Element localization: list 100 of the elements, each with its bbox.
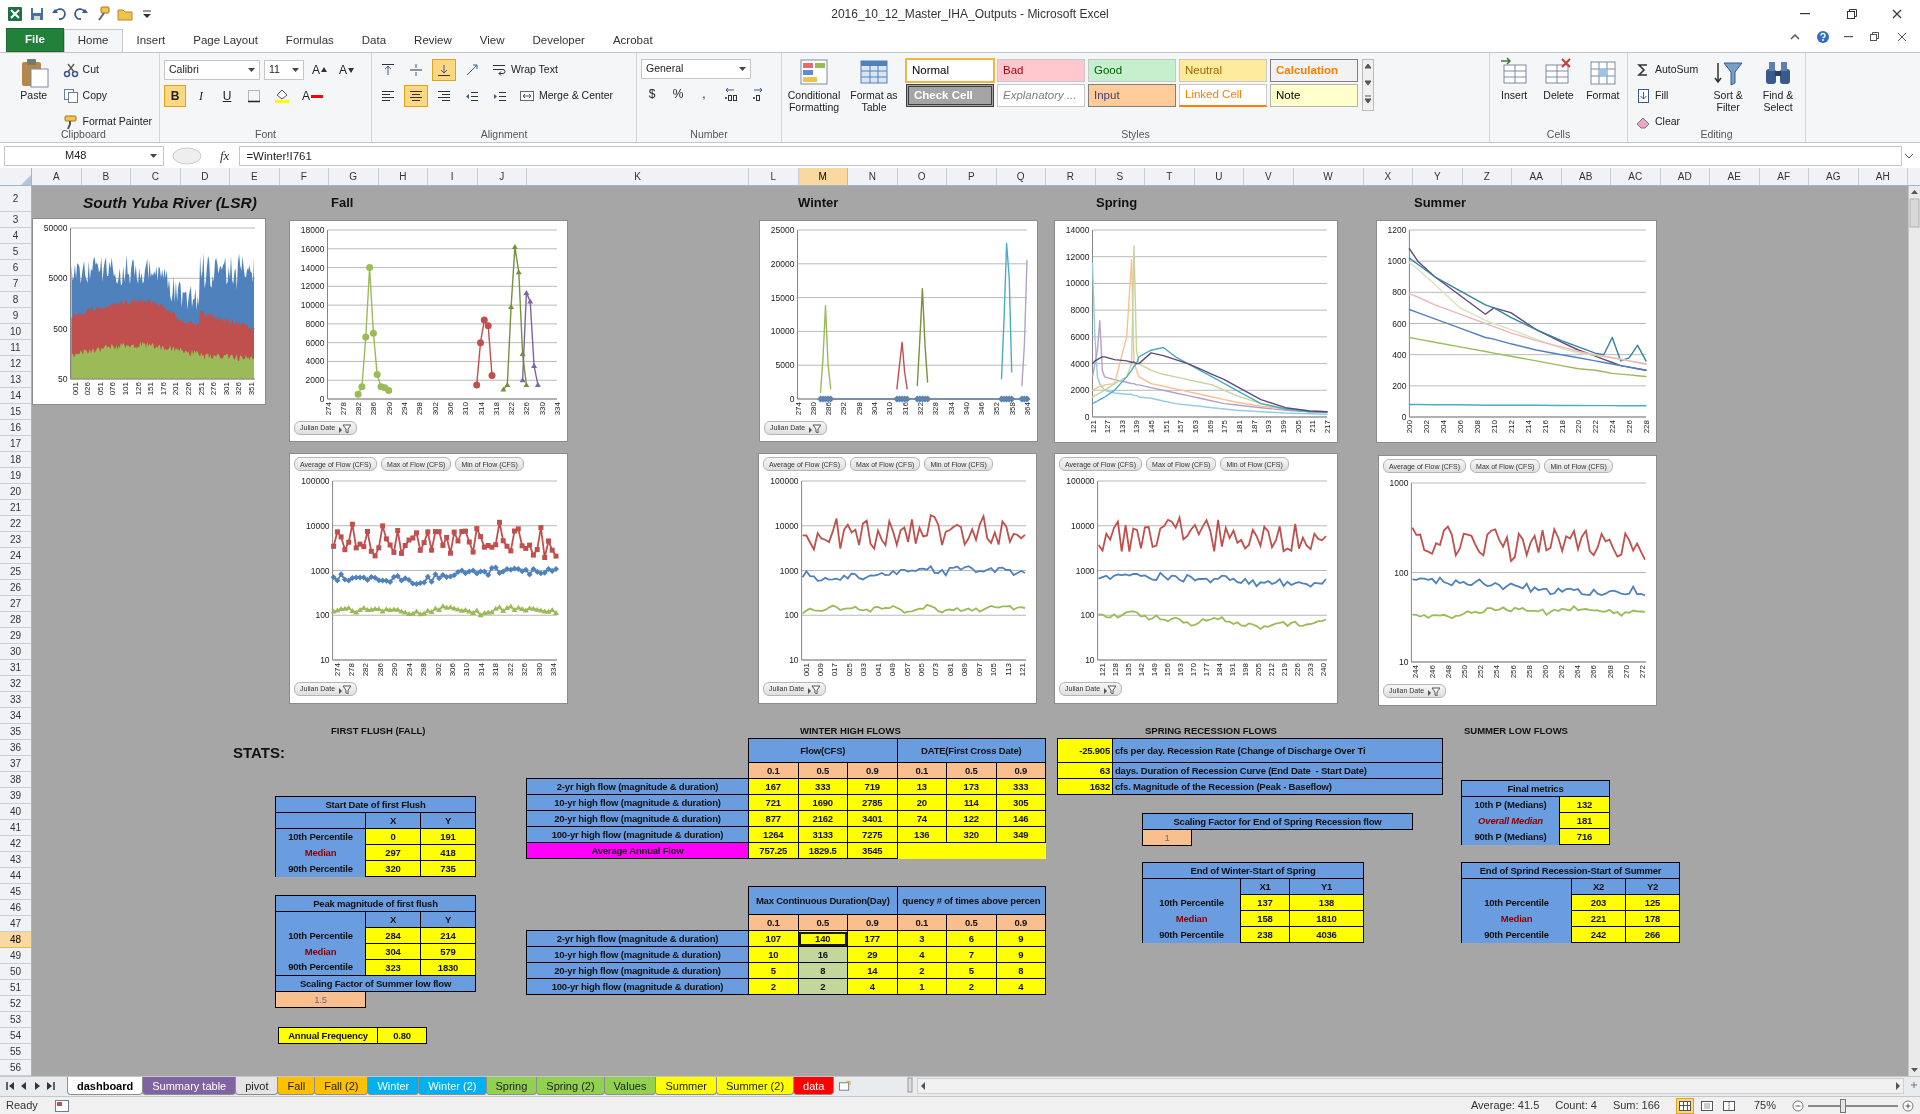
column-header[interactable]: Y [1413, 168, 1463, 185]
row-header[interactable]: 9 [0, 308, 31, 324]
gallery-scroll-icon[interactable] [1362, 59, 1374, 111]
sheet-tab[interactable]: Summary table [142, 1077, 237, 1095]
column-header[interactable]: U [1194, 168, 1244, 185]
sheet-tab[interactable]: dashboard [67, 1077, 144, 1095]
row-header[interactable]: 43 [0, 852, 31, 868]
row-header[interactable]: 31 [0, 660, 31, 676]
row-header[interactable]: 51 [0, 980, 31, 996]
style-option[interactable]: Explanatory ... [997, 84, 1085, 107]
zoom-out-icon[interactable] [1792, 1099, 1804, 1112]
row-header[interactable]: 30 [0, 644, 31, 660]
zoom-slider-thumb[interactable] [1840, 1098, 1847, 1113]
ribbon-button[interactable]: Conditional Formatting [786, 55, 842, 115]
ribbon-tab[interactable]: Acrobat [598, 29, 667, 52]
row-header[interactable]: 11 [0, 340, 31, 356]
format-toggle[interactable]: $ [641, 83, 663, 105]
row-header[interactable]: 26 [0, 580, 31, 596]
format-toggle[interactable]: , [693, 83, 715, 105]
row-header[interactable]: 40 [0, 804, 31, 820]
sheet-tab[interactable]: Spring [485, 1077, 538, 1095]
row-header[interactable]: 36 [0, 740, 31, 756]
column-header[interactable]: W [1293, 168, 1364, 185]
row-header[interactable]: 13 [0, 372, 31, 388]
row-header[interactable]: 45 [0, 884, 31, 900]
column-header[interactable]: X [1363, 168, 1413, 185]
row-header[interactable]: 49 [0, 948, 31, 964]
column-header[interactable]: N [848, 168, 898, 185]
horizontal-scrollbar[interactable] [917, 1078, 1904, 1094]
column-header[interactable]: F [279, 168, 329, 185]
column-header[interactable]: J [477, 168, 527, 185]
style-option[interactable]: Note [1270, 84, 1358, 107]
name-box[interactable]: M48 [4, 145, 164, 166]
ribbon-button[interactable]: Find & Select [1755, 55, 1801, 115]
sheet-tab[interactable]: Fall (2) [314, 1077, 369, 1095]
format-toggle[interactable]: B [164, 85, 186, 107]
column-header[interactable]: M [798, 168, 848, 185]
column-header[interactable]: K [527, 168, 749, 185]
row-header[interactable]: 8 [0, 292, 31, 308]
column-header[interactable]: V [1244, 168, 1294, 185]
split-handle-icon[interactable] [907, 1077, 914, 1093]
ribbon-tab[interactable]: Home [63, 29, 123, 52]
row-header[interactable]: 10 [0, 324, 31, 340]
sheet-tab[interactable]: Summer (2) [716, 1077, 795, 1095]
ribbon-button[interactable]: Clear [1632, 111, 1684, 133]
row-header[interactable]: 12 [0, 356, 31, 372]
row-header[interactable]: 37 [0, 756, 31, 772]
row-header[interactable]: 25 [0, 564, 31, 580]
sheet-tab[interactable]: Spring (2) [536, 1077, 605, 1095]
column-header[interactable]: Q [996, 168, 1046, 185]
style-option[interactable]: Good [1088, 59, 1176, 82]
column-header[interactable]: AE [1710, 168, 1760, 185]
style-option[interactable]: Input [1088, 84, 1176, 107]
row-header[interactable]: 7 [0, 276, 31, 292]
style-option[interactable]: Normal [906, 59, 994, 82]
row-header[interactable]: 55 [0, 1044, 31, 1060]
ribbon-button[interactable]: Cut [59, 59, 102, 81]
scroll-right-icon[interactable] [1893, 1080, 1903, 1092]
column-header[interactable]: D [180, 168, 230, 185]
ribbon-button[interactable]: Paste [12, 55, 56, 103]
format-toggle[interactable]: % [667, 83, 689, 105]
row-header[interactable]: 29 [0, 628, 31, 644]
column-header[interactable]: AF [1759, 168, 1809, 185]
row-header[interactable]: 50 [0, 964, 31, 980]
ribbon-button[interactable]: Copy [59, 85, 111, 107]
row-header[interactable]: 6 [0, 260, 31, 276]
row-header[interactable]: 15 [0, 404, 31, 420]
column-header[interactable]: AC [1611, 168, 1661, 185]
format-toggle[interactable]: A [335, 59, 359, 81]
row-header[interactable]: 42 [0, 836, 31, 852]
column-header[interactable]: Z [1462, 168, 1512, 185]
sheet-tab[interactable]: data [793, 1077, 835, 1095]
dropdown-field[interactable]: Calibri [164, 60, 260, 80]
ribbon-tab[interactable]: Page Layout [179, 29, 272, 52]
row-header[interactable]: 2 [0, 186, 31, 212]
formula-field[interactable]: =Winter!I761 [239, 145, 1902, 166]
ribbon-button[interactable]: Format [1582, 55, 1623, 103]
toolbar-button[interactable] [432, 59, 456, 81]
column-header[interactable]: R [1046, 168, 1096, 185]
row-header[interactable]: 54 [0, 1028, 31, 1044]
sheet-tab[interactable]: Summer [655, 1077, 717, 1095]
column-header[interactable]: AA [1512, 168, 1562, 185]
column-header[interactable]: E [230, 168, 280, 185]
row-header[interactable]: 19 [0, 468, 31, 484]
row-header[interactable]: 14 [0, 388, 31, 404]
row-header[interactable]: 41 [0, 820, 31, 836]
ribbon-button[interactable]: Fill [1632, 85, 1672, 107]
ribbon-tab[interactable]: Formulas [271, 29, 348, 52]
zoom-level[interactable]: 75% [1753, 1097, 1776, 1114]
row-header[interactable]: 28 [0, 612, 31, 628]
row-header[interactable]: 16 [0, 420, 31, 436]
ribbon-tab[interactable]: Developer [518, 29, 599, 52]
row-header[interactable]: 3 [0, 212, 31, 228]
column-header[interactable]: C [131, 168, 181, 185]
row-header[interactable]: 20 [0, 484, 31, 500]
format-toggle[interactable]: I [190, 85, 212, 107]
column-header[interactable]: AD [1660, 168, 1710, 185]
ribbon-button[interactable]: Insert [1494, 55, 1535, 103]
row-header[interactable]: 23 [0, 532, 31, 548]
row-header[interactable]: 35 [0, 724, 31, 740]
